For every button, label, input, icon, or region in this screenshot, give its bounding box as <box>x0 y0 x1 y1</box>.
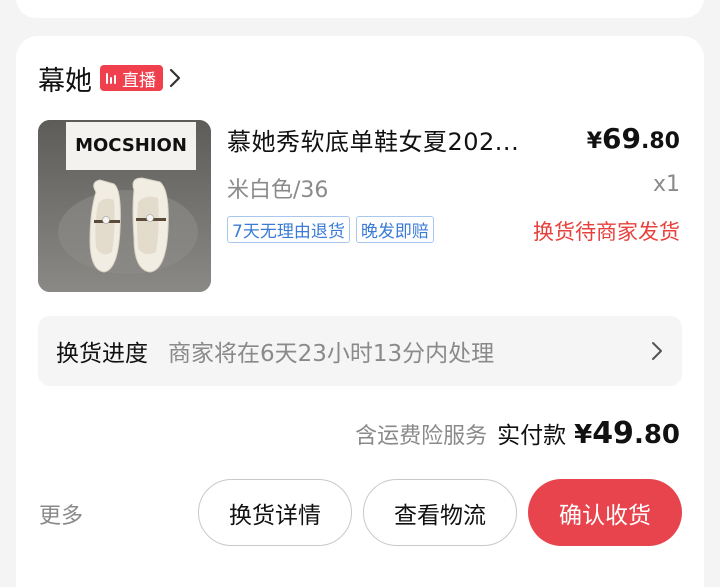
shop-name[interactable]: 幕她 <box>38 59 92 98</box>
product-title[interactable]: 慕她秀软底单鞋女夏202... <box>227 122 567 157</box>
paid-amount-integer: 49 <box>592 416 634 451</box>
tag-late-delivery-compensation: 晚发即赔 <box>355 216 434 243</box>
live-badge[interactable]: 直播 <box>100 65 163 91</box>
live-badge-label: 直播 <box>122 70 156 91</box>
service-tags: 7天无理由退货 晚发即赔 <box>227 216 440 243</box>
chevron-right-icon <box>650 340 664 362</box>
shipping-insurance-note: 含运费险服务 <box>355 424 488 449</box>
tag-7day-return: 7天无理由退货 <box>227 216 350 243</box>
paid-amount-label: 实付款 <box>497 423 567 449</box>
exchange-progress-label: 换货进度 <box>56 341 148 367</box>
product-price: ¥69.80 <box>587 122 680 155</box>
product-image-brand-text: MOCSHION <box>75 135 187 156</box>
shop-header[interactable]: 幕她 直播 <box>38 58 185 98</box>
exchange-progress-row[interactable]: 换货进度 商家将在6天23小时13分内处理 <box>38 316 682 386</box>
product-price-currency: ¥ <box>586 129 603 154</box>
paid-amount-currency: ¥ <box>574 420 593 450</box>
product-variant: 米白色/36 <box>227 178 329 203</box>
live-bars-icon <box>106 72 118 84</box>
more-button[interactable]: 更多 <box>39 498 83 530</box>
product-price-integer: 69 <box>602 122 642 155</box>
product-price-cents: .80 <box>641 129 680 154</box>
paid-amount: ¥49.80 <box>574 416 680 451</box>
product-quantity: x1 <box>652 172 680 197</box>
exchange-status: 换货待商家发货 <box>533 220 680 244</box>
payment-summary: 含运费险服务 实付款 ¥49.80 <box>355 416 680 451</box>
product-thumbnail[interactable]: MOCSHION <box>38 120 211 292</box>
previous-order-card <box>16 0 704 18</box>
order-card: 幕她 直播 MOCSHION 慕她秀软底单鞋女夏202... ¥69.80 米白… <box>16 36 704 587</box>
exchange-progress-text: 商家将在6天23小时13分内处理 <box>168 341 495 367</box>
confirm-receipt-button[interactable]: 确认收货 <box>528 479 682 546</box>
chevron-right-icon[interactable] <box>169 66 185 90</box>
view-logistics-button[interactable]: 查看物流 <box>363 479 517 546</box>
exchange-details-button[interactable]: 换货详情 <box>198 479 352 546</box>
paid-amount-cents: .80 <box>633 420 680 450</box>
